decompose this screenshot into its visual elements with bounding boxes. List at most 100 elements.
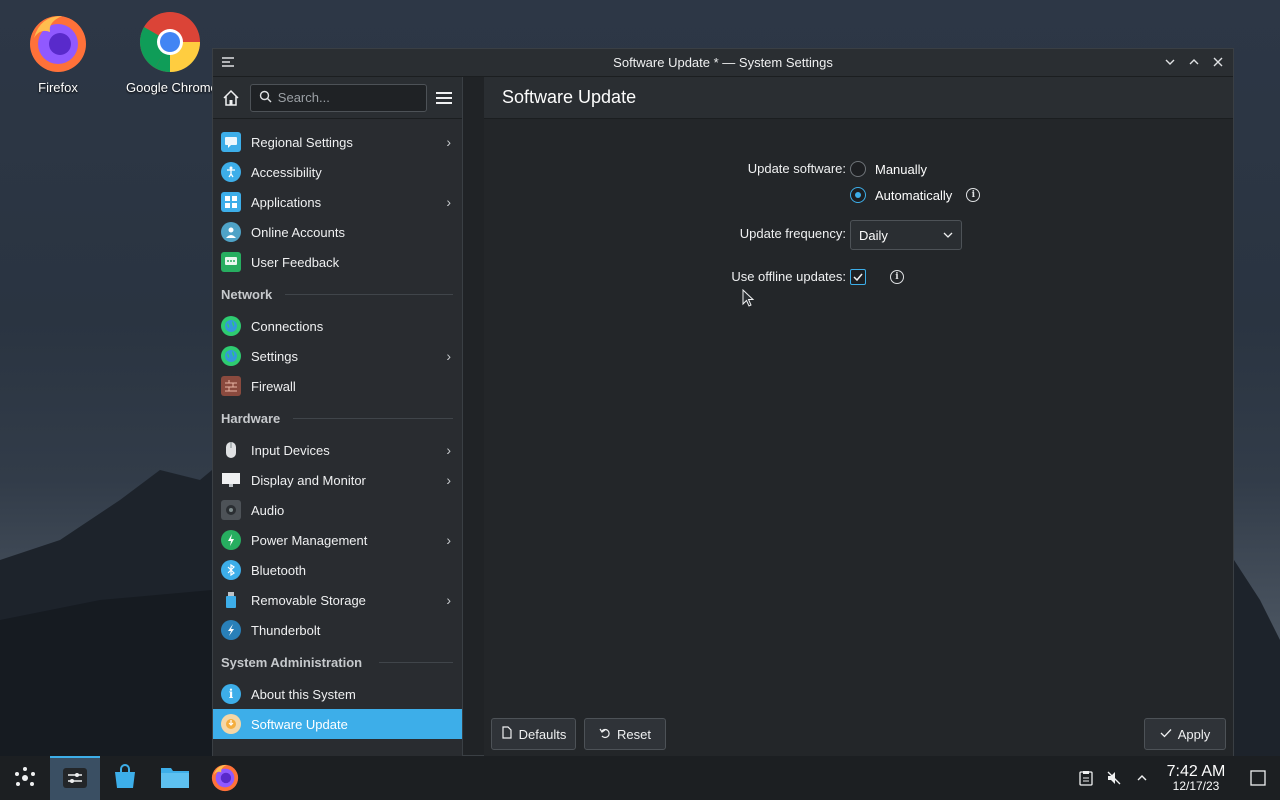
- sidebar-item-removable-storage[interactable]: Removable Storage ›: [213, 585, 462, 615]
- app-launcher-icon[interactable]: [0, 756, 50, 800]
- update-software-label: Update software:: [747, 161, 846, 176]
- offline-updates-checkbox[interactable]: [850, 269, 866, 285]
- sidebar-cut-item: [213, 119, 462, 127]
- sidebar-item-display-monitor[interactable]: Display and Monitor ›: [213, 465, 462, 495]
- offline-updates-row: i: [850, 269, 904, 285]
- chevron-right-icon: ›: [446, 442, 451, 458]
- sidebar-item-label: Thunderbolt: [251, 622, 321, 638]
- page-header: Software Update: [484, 77, 1233, 119]
- radio-manually-label: Manually: [875, 161, 928, 177]
- desktop-firefox[interactable]: Firefox: [13, 10, 103, 95]
- maximize-icon[interactable]: [1185, 53, 1203, 71]
- sidebar-list: Regional Settings › Accessibility Applic…: [213, 119, 462, 739]
- sidebar-item-input-devices[interactable]: Input Devices ›: [213, 435, 462, 465]
- system-settings-window: Software Update * — System Settings Sear…: [212, 48, 1234, 757]
- sidebar-item-accessibility[interactable]: Accessibility: [213, 157, 462, 187]
- volume-muted-icon[interactable]: [1100, 756, 1128, 800]
- sidebar-item-software-update[interactable]: Software Update: [213, 709, 462, 739]
- chevron-right-icon: ›: [446, 194, 451, 210]
- radio-automatically-label: Automatically: [875, 187, 953, 203]
- sidebar-item-user-feedback[interactable]: User Feedback: [213, 247, 462, 277]
- section-header-label: Network: [221, 286, 273, 302]
- desktop-chrome[interactable]: Google Chrome: [126, 10, 214, 95]
- defaults-button[interactable]: Defaults: [491, 718, 576, 750]
- sidebar-item-label: Display and Monitor: [251, 472, 366, 488]
- mouse-icon: [221, 440, 241, 460]
- search-input[interactable]: [277, 90, 418, 105]
- chevron-right-icon: ›: [446, 592, 451, 608]
- home-icon[interactable]: [221, 85, 242, 111]
- sidebar-item-bluetooth[interactable]: Bluetooth: [213, 555, 462, 585]
- close-icon[interactable]: [1209, 53, 1227, 71]
- info-icon[interactable]: i: [966, 188, 981, 202]
- applications-icon: [221, 192, 241, 212]
- thunderbolt-icon: [221, 620, 241, 640]
- chevron-right-icon: ›: [446, 348, 451, 364]
- sidebar-item-label: Removable Storage: [251, 592, 366, 608]
- sidebar-item-power-management[interactable]: Power Management ›: [213, 525, 462, 555]
- sidebar-item-label: Bluetooth: [251, 562, 306, 578]
- search-field[interactable]: [249, 83, 427, 112]
- regional-settings-icon: [221, 132, 241, 152]
- hamburger-menu-icon[interactable]: [435, 86, 454, 110]
- radio-manually[interactable]: [850, 161, 866, 177]
- reset-button-label: Reset: [617, 726, 651, 742]
- sidebar-item-regional-settings[interactable]: Regional Settings ›: [213, 127, 462, 157]
- sidebar-item-applications[interactable]: Applications ›: [213, 187, 462, 217]
- info-icon[interactable]: i: [890, 270, 904, 284]
- radio-manually-row[interactable]: Manually: [850, 161, 927, 177]
- radio-automatically-row[interactable]: Automatically i: [850, 187, 981, 203]
- chevron-right-icon: ›: [446, 134, 451, 150]
- section-header-label: System Administration: [221, 654, 363, 670]
- speaker-icon: [221, 500, 241, 520]
- taskbar-firefox[interactable]: [200, 756, 250, 800]
- reset-button[interactable]: Reset: [584, 718, 666, 750]
- accessibility-icon: [221, 162, 241, 182]
- update-frequency-select[interactable]: Daily: [850, 220, 962, 250]
- sidebar-item-label: Regional Settings: [251, 134, 353, 150]
- section-header-system-administration: System Administration: [213, 645, 462, 679]
- section-header-label: Hardware: [221, 410, 281, 426]
- window-menu-icon[interactable]: [219, 53, 237, 71]
- taskbar-system-settings[interactable]: [50, 756, 100, 800]
- desktop-firefox-label: Firefox: [38, 80, 78, 95]
- clipboard-icon[interactable]: [1072, 756, 1100, 800]
- sidebar-item-thunderbolt[interactable]: Thunderbolt: [213, 615, 462, 645]
- sidebar-item-connections[interactable]: Connections: [213, 311, 462, 341]
- user-feedback-icon: [221, 252, 241, 272]
- minimize-icon[interactable]: [1161, 53, 1179, 71]
- section-header-hardware: Hardware: [213, 401, 462, 435]
- apply-button[interactable]: Apply: [1144, 718, 1226, 750]
- sidebar-item-label: Applications: [251, 194, 322, 210]
- sidebar-item-firewall[interactable]: Firewall: [213, 371, 462, 401]
- system-tray: 7:42 AM 12/17/23: [1072, 756, 1280, 800]
- online-accounts-icon: [221, 222, 241, 242]
- globe-icon: [221, 346, 241, 366]
- sidebar-item-online-accounts[interactable]: Online Accounts: [213, 217, 462, 247]
- section-divider: [285, 293, 453, 295]
- software-update-icon: [221, 714, 241, 734]
- window-titlebar[interactable]: Software Update * — System Settings: [213, 49, 1233, 77]
- sidebar-item-audio[interactable]: Audio: [213, 495, 462, 525]
- clock[interactable]: 7:42 AM 12/17/23: [1156, 763, 1236, 793]
- page-title: Software Update: [502, 87, 637, 107]
- usb-icon: [221, 590, 241, 610]
- sidebar-item-network-settings[interactable]: Settings ›: [213, 341, 462, 371]
- taskbar-discover[interactable]: [100, 756, 150, 800]
- show-desktop-icon[interactable]: [1236, 756, 1280, 800]
- section-divider: [293, 417, 453, 419]
- sidebar-item-label: About this System: [251, 686, 356, 702]
- chevron-up-icon[interactable]: [1128, 756, 1156, 800]
- firefox-icon: [210, 762, 240, 795]
- chrome-icon: [138, 10, 202, 74]
- sidebar-item-label: Online Accounts: [251, 224, 345, 240]
- main-pane: Software Update Update software: Manuall…: [484, 77, 1233, 757]
- folder-icon: [160, 764, 190, 793]
- radio-automatically[interactable]: [850, 187, 866, 203]
- sidebar-item-label: User Feedback: [251, 254, 340, 270]
- section-divider: [379, 661, 453, 663]
- document-icon: [501, 726, 513, 742]
- taskbar-dolphin[interactable]: [150, 756, 200, 800]
- window-title: Software Update * — System Settings: [613, 55, 833, 70]
- sidebar-item-about-system[interactable]: i About this System: [213, 679, 462, 709]
